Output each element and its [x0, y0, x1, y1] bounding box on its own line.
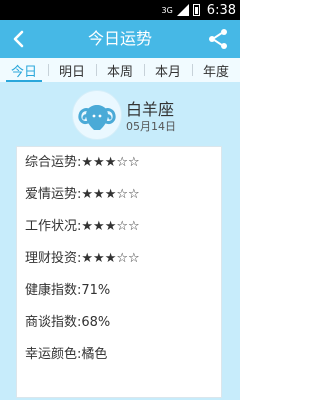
fortune-value: ★★★☆☆ [81, 187, 140, 202]
fortune-row: 理财投资:★★★☆☆ [17, 243, 221, 275]
fortune-label: 健康指数: [25, 283, 82, 298]
tab-this-week[interactable]: 本周 [96, 58, 144, 82]
fortune-label: 理财投资: [25, 251, 82, 266]
fortune-value: ★★★☆☆ [81, 251, 140, 266]
tab-this-month[interactable]: 本月 [144, 58, 192, 82]
fortune-row: 爱情运势:★★★☆☆ [17, 179, 221, 211]
fortune-value: 橘色 [81, 347, 108, 362]
aries-ram-icon [72, 90, 122, 140]
fortune-label: 工作状况: [25, 219, 82, 234]
fortune-label: 商谈指数: [25, 315, 82, 330]
tab-today[interactable]: 今日 [0, 58, 48, 82]
page-title: 今日运势 [87, 29, 152, 48]
status-bar: 3G 6:38 [0, 0, 240, 20]
fortune-label: 综合运势: [25, 155, 82, 170]
fortune-value: 68% [81, 315, 111, 330]
tab-tomorrow[interactable]: 明日 [48, 58, 96, 82]
fortune-row: 工作状况:★★★☆☆ [17, 211, 221, 243]
content-area: 白羊座 05月14日 综合运势:★★★☆☆ 爱情运势:★★★☆☆ 工作状况:★★… [0, 82, 240, 400]
status-icons: 3G 6:38 [162, 2, 237, 18]
fortune-row: 幸运颜色:橘色 [17, 339, 221, 371]
fortune-label: 幸运颜色: [25, 347, 82, 362]
fortune-row: 健康指数:71% [17, 275, 221, 307]
period-tabs: 今日 明日 本周 本月 年度 [0, 58, 240, 82]
fortune-row: 商谈指数:68% [17, 307, 221, 339]
network-type: 3G [161, 5, 173, 15]
sign-date: 05月14日 [126, 120, 176, 133]
fortune-panel: 综合运势:★★★☆☆ 爱情运势:★★★☆☆ 工作状况:★★★☆☆ 理财投资:★★… [16, 146, 222, 398]
fortune-row: 综合运势:★★★☆☆ [17, 147, 221, 179]
app-bar: 今日运势 [0, 20, 240, 58]
fortune-label: 爱情运势: [25, 187, 82, 202]
battery-icon [192, 4, 200, 16]
status-time: 6:38 [206, 2, 236, 18]
sign-header: 白羊座 05月14日 [72, 88, 232, 142]
share-icon[interactable] [206, 27, 230, 51]
sign-name: 白羊座 [126, 100, 175, 119]
fortune-value: 71% [81, 283, 111, 298]
tab-year[interactable]: 年度 [192, 58, 240, 82]
fortune-value: ★★★☆☆ [81, 155, 140, 170]
fortune-value: ★★★☆☆ [81, 219, 140, 234]
signal-icon [176, 4, 189, 16]
